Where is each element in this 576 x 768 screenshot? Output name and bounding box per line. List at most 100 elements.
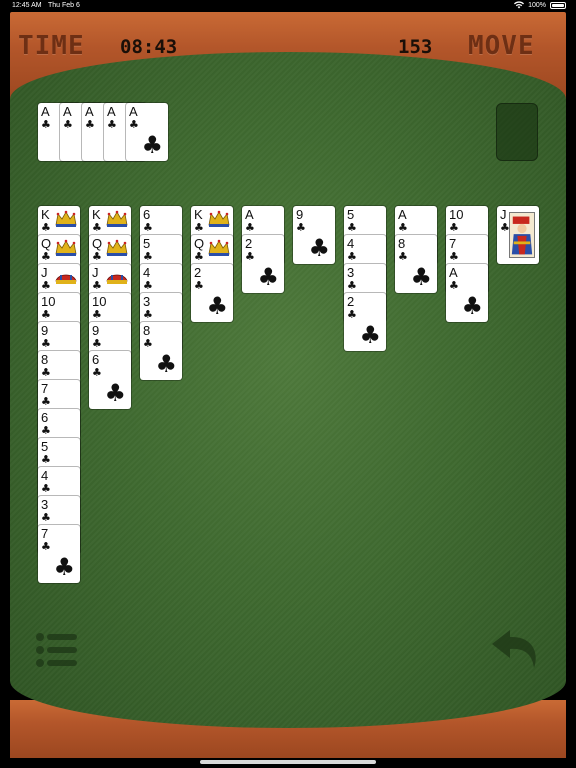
undo-arrow-icon[interactable] bbox=[488, 624, 546, 676]
club-icon: ♣ bbox=[92, 221, 102, 234]
card-rank: 10 bbox=[449, 207, 464, 222]
card-rank: 4 bbox=[143, 265, 151, 280]
card-rank: 7 bbox=[41, 526, 49, 541]
club-icon: ♣ bbox=[398, 250, 408, 263]
tableau-card[interactable]: 2 ♣ ♣ bbox=[344, 293, 386, 351]
club-icon: ♣ bbox=[143, 308, 153, 321]
card-rank: A bbox=[41, 104, 50, 119]
card-rank: 6 bbox=[41, 410, 49, 425]
club-icon: ♣ bbox=[194, 250, 204, 263]
card-rank: 10 bbox=[92, 294, 107, 309]
card-rank: 2 bbox=[347, 294, 355, 309]
card-rank: K bbox=[41, 207, 50, 222]
club-icon: ♣ bbox=[143, 250, 153, 263]
time-label: TIME bbox=[18, 31, 85, 61]
club-icon: ♣ bbox=[92, 308, 102, 321]
card-rank: 9 bbox=[41, 323, 49, 338]
card-rank: 5 bbox=[41, 439, 49, 454]
card-rank: 7 bbox=[41, 381, 49, 396]
tableau-card[interactable]: 2 ♣ ♣ bbox=[191, 264, 233, 322]
club-icon: ♣ bbox=[41, 453, 51, 466]
tableau-card[interactable]: 8 ♣ ♣ bbox=[395, 235, 437, 293]
card-rank: A bbox=[245, 207, 254, 222]
stock-slot[interactable] bbox=[496, 103, 538, 161]
card-rank: 3 bbox=[41, 497, 49, 512]
card-rank: 3 bbox=[347, 265, 355, 280]
club-icon: ♣ bbox=[245, 221, 255, 234]
card-rank: K bbox=[194, 207, 203, 222]
card-rank: J bbox=[92, 265, 99, 280]
club-icon: ♣ bbox=[92, 250, 102, 263]
card-rank: 7 bbox=[449, 236, 457, 251]
move-label: MOVE bbox=[468, 31, 535, 61]
queen-crown-icon bbox=[105, 238, 129, 258]
card-rank: 8 bbox=[143, 323, 151, 338]
card-rank: A bbox=[107, 104, 116, 119]
club-icon: ♣ bbox=[194, 221, 204, 234]
club-icon: ♣ bbox=[63, 118, 73, 131]
tableau-card[interactable]: 2 ♣ ♣ bbox=[242, 235, 284, 293]
club-icon: ♣ bbox=[41, 250, 51, 263]
status-time: 12:45 AM bbox=[12, 2, 42, 9]
queen-crown-icon bbox=[207, 238, 231, 258]
club-icon: ♣ bbox=[92, 366, 102, 379]
wifi-icon bbox=[514, 1, 525, 9]
club-icon: ♣ bbox=[245, 250, 255, 263]
club-icon: ♣ bbox=[347, 279, 357, 292]
card-rank: 3 bbox=[143, 294, 151, 309]
jack-portrait-icon bbox=[509, 212, 535, 258]
club-icon: ♣ bbox=[141, 131, 163, 159]
club-icon: ♣ bbox=[41, 308, 51, 321]
club-icon: ♣ bbox=[41, 279, 51, 292]
card-rank: 2 bbox=[245, 236, 253, 251]
king-crown-icon bbox=[105, 209, 129, 229]
club-icon: ♣ bbox=[461, 292, 483, 320]
status-bar: 12:45 AM Thu Feb 6 100% bbox=[0, 0, 576, 12]
card-rank: 6 bbox=[143, 207, 151, 222]
tableau-card[interactable]: 7 ♣ ♣ bbox=[38, 525, 80, 583]
menu-list-icon[interactable] bbox=[34, 630, 80, 670]
card-rank: 6 bbox=[92, 352, 100, 367]
club-icon: ♣ bbox=[41, 221, 51, 234]
club-icon: ♣ bbox=[143, 337, 153, 350]
card-rank: 9 bbox=[296, 207, 304, 222]
king-crown-icon bbox=[207, 209, 231, 229]
tableau-card[interactable]: 8 ♣ ♣ bbox=[140, 322, 182, 380]
home-indicator bbox=[200, 760, 376, 764]
tableau-card[interactable]: J ♣ bbox=[497, 206, 539, 264]
card-rank: Q bbox=[92, 236, 103, 251]
card-rank: A bbox=[398, 207, 407, 222]
club-icon: ♣ bbox=[41, 395, 51, 408]
club-icon: ♣ bbox=[206, 292, 228, 320]
card-rank: A bbox=[85, 104, 94, 119]
card-rank: 2 bbox=[194, 265, 202, 280]
time-value: 08:43 bbox=[120, 36, 178, 58]
status-date: Thu Feb 6 bbox=[48, 2, 80, 9]
tableau-card[interactable]: A ♣ ♣ bbox=[446, 264, 488, 322]
club-icon: ♣ bbox=[92, 279, 102, 292]
king-crown-icon bbox=[54, 209, 78, 229]
battery-percent: 100% bbox=[528, 1, 546, 9]
foundation-card[interactable]: A ♣ ♣ bbox=[126, 103, 168, 161]
club-icon: ♣ bbox=[41, 424, 51, 437]
club-icon: ♣ bbox=[347, 250, 357, 263]
club-icon: ♣ bbox=[92, 337, 102, 350]
card-rank: J bbox=[41, 265, 48, 280]
card-rank: 4 bbox=[347, 236, 355, 251]
club-icon: ♣ bbox=[449, 279, 459, 292]
club-icon: ♣ bbox=[347, 221, 357, 234]
card-rank: 5 bbox=[143, 236, 151, 251]
club-icon: ♣ bbox=[155, 350, 177, 378]
club-icon: ♣ bbox=[107, 118, 117, 131]
club-icon: ♣ bbox=[129, 118, 139, 131]
tableau-card[interactable]: 6 ♣ ♣ bbox=[89, 351, 131, 409]
club-icon: ♣ bbox=[194, 279, 204, 292]
club-icon: ♣ bbox=[449, 250, 459, 263]
move-value: 153 bbox=[398, 36, 433, 58]
club-icon: ♣ bbox=[143, 279, 153, 292]
club-icon: ♣ bbox=[347, 308, 357, 321]
club-icon: ♣ bbox=[410, 263, 432, 291]
tableau-card[interactable]: 9 ♣ ♣ bbox=[293, 206, 335, 264]
card-rank: 5 bbox=[347, 207, 355, 222]
card-rank: A bbox=[129, 104, 138, 119]
